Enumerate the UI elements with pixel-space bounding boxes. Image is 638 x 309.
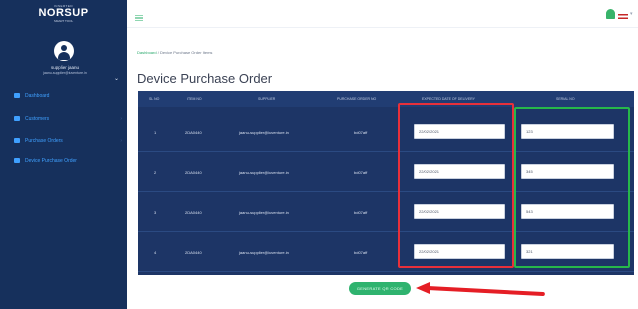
- cell-supplier: jaanu-supplier@iuventure.in: [239, 130, 289, 135]
- cell-supplier: jaanu-supplier@iuventure.in: [239, 210, 289, 215]
- breadcrumb-current: Device Purchase Order Items: [159, 50, 213, 55]
- column-header-sl-no: SL NO: [149, 97, 160, 101]
- customers-icon: [14, 116, 20, 122]
- purchase-orders-icon: [14, 138, 20, 144]
- notification-bell-icon[interactable]: [606, 9, 615, 19]
- cell-item-no: 2DA0440: [185, 130, 202, 135]
- cell-item-no: 2DA0440: [185, 250, 202, 255]
- user-avatar-icon[interactable]: [54, 41, 74, 61]
- cell-sl-no: 3: [154, 210, 157, 215]
- column-header-item-no: ITEM NO: [187, 97, 202, 101]
- cell-sl-no: 1: [154, 130, 157, 135]
- column-header-expected-date: EXPECTED DATE OF DELIVERY: [422, 97, 475, 101]
- sidebar-item-label: Device Purchase Order: [25, 158, 77, 164]
- brand-subtitle: SMART TOOL: [53, 19, 74, 23]
- cell-item-no: 2DA0440: [185, 210, 202, 215]
- user-menu-chevron-icon[interactable]: ⌄: [114, 75, 119, 82]
- user-email: jaanu-supplier@iuventure.in: [43, 71, 87, 75]
- cell-purchase-order-no: bd07aff: [354, 170, 368, 175]
- brand-name: NORSUP: [38, 7, 89, 19]
- sidebar: INSERTED NORSUP SMART TOOL supplier jaan…: [0, 0, 127, 309]
- table-header: SL NO ITEM NO SUPPLIER PURCHASE ORDER NO…: [138, 91, 634, 107]
- column-header-serial-no: SERIAL NO: [556, 97, 575, 101]
- breadcrumb-separator: /: [157, 50, 159, 55]
- column-header-purchase-order-no: PURCHASE ORDER NO: [337, 97, 377, 101]
- brand-logo: INSERTED NORSUP SMART TOOL: [0, 4, 127, 24]
- cell-supplier: jaanu-supplier@iuventure.in: [239, 250, 289, 255]
- delivery-date-highlight-box: [398, 103, 514, 268]
- generate-qr-code-button[interactable]: GENERATE QR CODE: [349, 282, 411, 295]
- sidebar-item-label: Customers: [25, 116, 50, 122]
- sidebar-item-label: Purchase Orders: [25, 138, 63, 144]
- sidebar-item-device-purchase-order[interactable]: Device Purchase Order: [14, 157, 124, 165]
- user-name: supplier jaanu: [50, 65, 80, 70]
- language-flag-icon[interactable]: [618, 14, 628, 19]
- cell-purchase-order-no: bd07aff: [354, 210, 368, 215]
- sidebar-item-label: Dashboard: [25, 93, 50, 99]
- dashboard-icon: [14, 93, 20, 99]
- serial-no-highlight-box: [514, 107, 630, 268]
- chevron-right-icon: ›: [120, 138, 122, 144]
- cell-purchase-order-no: bd07aff: [354, 250, 368, 255]
- chevron-right-icon: ›: [120, 116, 122, 122]
- sidebar-item-purchase-orders[interactable]: Purchase Orders ›: [14, 137, 124, 145]
- sidebar-item-dashboard[interactable]: Dashboard: [14, 92, 124, 100]
- top-bar: ▾: [127, 0, 638, 28]
- menu-toggle-icon[interactable]: [135, 15, 143, 21]
- device-icon: [14, 158, 20, 164]
- cell-sl-no: 4: [154, 250, 157, 255]
- cell-item-no: 2DA0440: [185, 170, 202, 175]
- chevron-down-icon[interactable]: ▾: [630, 11, 633, 17]
- breadcrumb: Dashboard / Device Purchase Order Items: [137, 50, 212, 55]
- sidebar-item-customers[interactable]: Customers ›: [14, 115, 124, 123]
- cell-sl-no: 2: [154, 170, 157, 175]
- column-header-supplier: SUPPLIER: [258, 97, 276, 101]
- breadcrumb-home-link[interactable]: Dashboard: [137, 50, 157, 55]
- page-title: Device Purchase Order: [137, 71, 273, 86]
- cell-supplier: jaanu-supplier@iuventure.in: [239, 170, 289, 175]
- cell-purchase-order-no: bd07aff: [354, 130, 368, 135]
- annotation-arrow-shaft: [427, 286, 545, 297]
